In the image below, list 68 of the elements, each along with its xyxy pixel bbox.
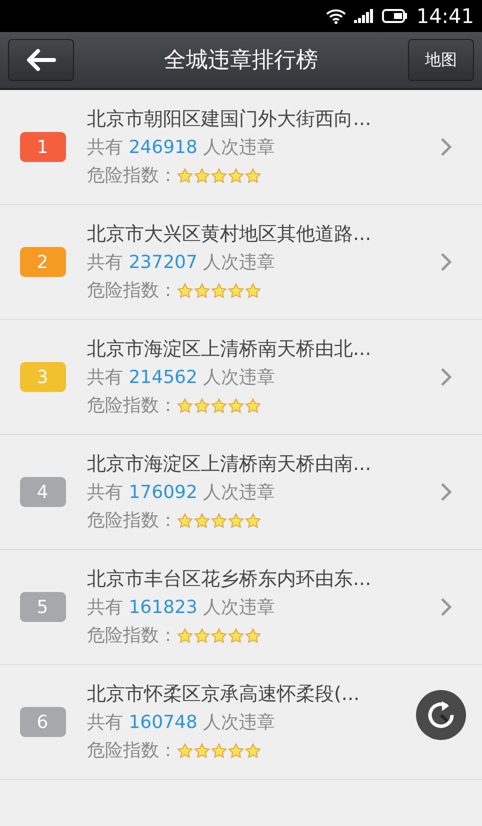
star-icon [177, 283, 193, 299]
star-icon [228, 168, 244, 184]
violation-count-text: 共有 160748 人次违章 [87, 711, 276, 735]
list-row[interactable]: 3 北京市海淀区上清桥南天桥由北... 共有 214562 人次违章 危险指数： [0, 320, 482, 435]
star-icon [245, 513, 261, 529]
star-icon [177, 168, 193, 184]
star-icon [228, 283, 244, 299]
star-icon [228, 743, 244, 759]
star-icon [194, 628, 210, 644]
star-icon [194, 398, 210, 414]
star-icon [211, 283, 227, 299]
rank-badge: 1 [20, 132, 66, 162]
signal-icon [354, 9, 374, 23]
address-text: 北京市海淀区上清桥南天桥由北... [87, 337, 372, 362]
address-text: 北京市海淀区上清桥南天桥由南... [87, 452, 372, 477]
map-button[interactable]: 地图 [408, 39, 474, 81]
star-icon [194, 168, 210, 184]
rank-badge: 4 [20, 477, 66, 507]
violation-count-text: 共有 237207 人次违章 [87, 251, 276, 275]
star-icon [228, 513, 244, 529]
address-text: 北京市朝阳区建国门外大街西向... [87, 107, 372, 132]
star-icon [245, 283, 261, 299]
address-text: 北京市大兴区黄村地区其他道路... [87, 222, 372, 247]
danger-label: 危险指数： [87, 739, 177, 763]
back-arrow-icon [26, 49, 56, 71]
star-icon [211, 628, 227, 644]
danger-label: 危险指数： [87, 279, 177, 303]
rank-badge: 3 [20, 362, 66, 392]
status-time: 14:41 [416, 6, 474, 26]
list-row[interactable]: 5 北京市丰台区花乡桥东内环由东... 共有 161823 人次违章 危险指数： [0, 550, 482, 665]
violation-count-text: 共有 246918 人次违章 [87, 136, 276, 160]
star-icon [194, 513, 210, 529]
danger-label: 危险指数： [87, 394, 177, 418]
star-icon [228, 398, 244, 414]
wifi-icon [326, 8, 346, 24]
star-icon [228, 628, 244, 644]
star-icon [211, 168, 227, 184]
star-icon [245, 398, 261, 414]
list-row[interactable]: 4 北京市海淀区上清桥南天桥由南... 共有 176092 人次违章 危险指数： [0, 435, 482, 550]
refresh-button[interactable] [416, 690, 466, 740]
address-text: 北京市丰台区花乡桥东内环由东... [87, 567, 372, 592]
back-button[interactable] [8, 39, 74, 81]
star-icon [177, 513, 193, 529]
battery-icon [382, 9, 408, 23]
violation-count-text: 共有 161823 人次违章 [87, 596, 276, 620]
star-icon [177, 628, 193, 644]
violation-count-text: 共有 214562 人次违章 [87, 366, 276, 390]
danger-label: 危险指数： [87, 624, 177, 648]
list-row[interactable]: 1 北京市朝阳区建国门外大街西向... 共有 246918 人次违章 危险指数： [0, 90, 482, 205]
star-icon [194, 743, 210, 759]
star-icon [194, 283, 210, 299]
screen-title: 全城违章排行榜 [164, 46, 318, 74]
star-icon [245, 743, 261, 759]
star-icon [211, 513, 227, 529]
star-icon [177, 743, 193, 759]
danger-label: 危险指数： [87, 164, 177, 188]
rank-badge: 6 [20, 707, 66, 737]
star-icon [245, 168, 261, 184]
violation-count-text: 共有 176092 人次违章 [87, 481, 276, 505]
list-row[interactable]: 2 北京市大兴区黄村地区其他道路... 共有 237207 人次违章 危险指数： [0, 205, 482, 320]
star-icon [211, 743, 227, 759]
rank-badge: 5 [20, 592, 66, 622]
star-icon [177, 398, 193, 414]
star-icon [211, 398, 227, 414]
rank-badge: 2 [20, 247, 66, 277]
danger-label: 危险指数： [87, 509, 177, 533]
star-icon [245, 628, 261, 644]
address-text: 北京市怀柔区京承高速怀柔段(... [87, 682, 361, 707]
